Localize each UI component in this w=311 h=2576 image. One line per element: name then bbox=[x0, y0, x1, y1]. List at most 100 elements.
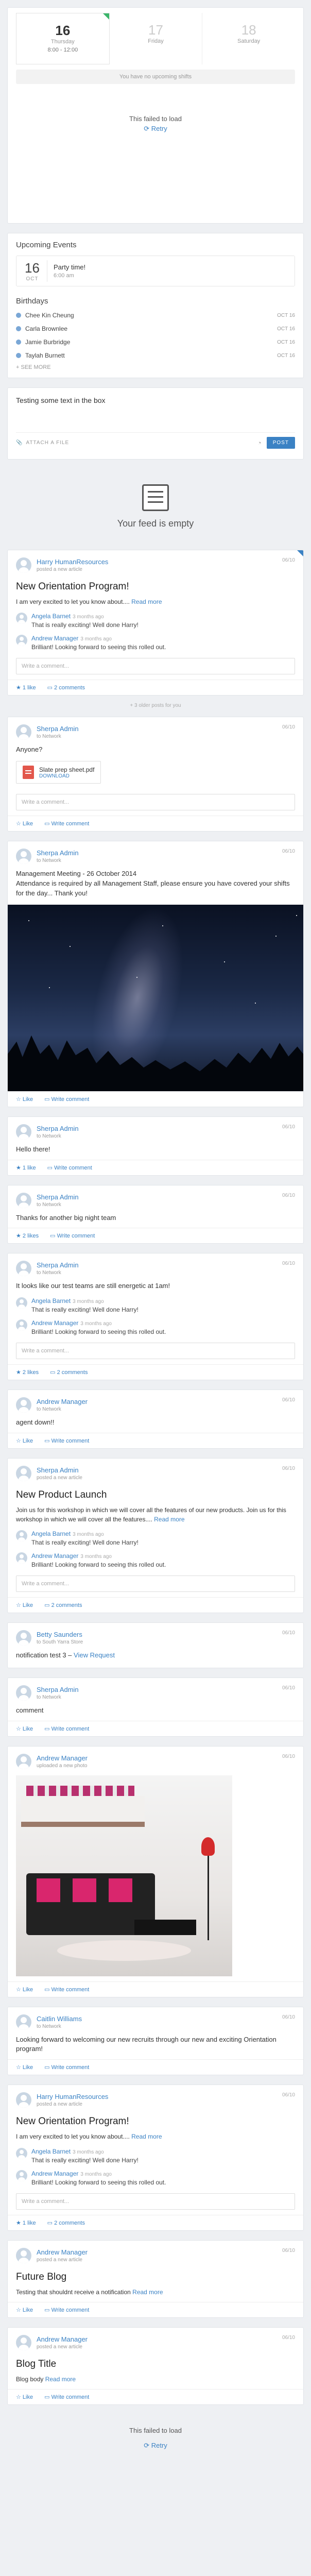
author-name[interactable]: Sherpa Admin bbox=[37, 1261, 79, 1269]
avatar[interactable] bbox=[16, 1192, 31, 1208]
like-button[interactable]: ★ 2 likes bbox=[16, 1232, 39, 1239]
avatar[interactable] bbox=[16, 2092, 31, 2108]
read-more-link[interactable]: Read more bbox=[154, 1516, 184, 1523]
author-name[interactable]: Betty Saunders bbox=[37, 1631, 83, 1638]
comments-button[interactable]: ▭ 2 comments bbox=[47, 684, 85, 691]
avatar[interactable] bbox=[16, 1630, 31, 1646]
view-request-link[interactable]: View Request bbox=[74, 1651, 115, 1659]
like-button[interactable]: ★ 2 likes bbox=[16, 1369, 39, 1376]
article-title[interactable]: Blog Title bbox=[16, 2359, 295, 2370]
avatar[interactable] bbox=[16, 613, 27, 624]
author-name[interactable]: Sherpa Admin bbox=[37, 1686, 79, 1693]
comment-input[interactable]: Write a comment... bbox=[16, 658, 295, 675]
shift-day-18[interactable]: 18 Saturday bbox=[202, 13, 295, 64]
author-name[interactable]: Sherpa Admin bbox=[37, 849, 79, 857]
author-name[interactable]: Sherpa Admin bbox=[37, 1125, 79, 1132]
avatar[interactable] bbox=[16, 1530, 27, 1541]
feed-retry-link[interactable]: ⟳ Retry bbox=[7, 2442, 304, 2450]
birthday-item[interactable]: Jamie Burbridge OCT 16 bbox=[16, 335, 295, 349]
article-title[interactable]: Future Blog bbox=[16, 2272, 295, 2283]
write-comment-button[interactable]: ▭ Write comment bbox=[44, 1986, 89, 1993]
comment-input[interactable]: Write a comment... bbox=[16, 794, 295, 811]
author-name[interactable]: Sherpa Admin bbox=[37, 725, 79, 733]
night-sky-photo[interactable] bbox=[8, 904, 303, 1091]
article-title[interactable]: New Orientation Program! bbox=[16, 581, 295, 592]
post-button[interactable]: POST bbox=[266, 437, 295, 449]
comments-button[interactable]: ▭ 2 comments bbox=[44, 1602, 82, 1608]
read-more-link[interactable]: Read more bbox=[131, 598, 162, 605]
author-name[interactable]: Harry HumanResources bbox=[37, 558, 108, 566]
download-link[interactable]: DOWNLOAD bbox=[39, 773, 94, 779]
comment-input[interactable]: Write a comment... bbox=[16, 1343, 295, 1360]
read-more-link[interactable]: Read more bbox=[131, 2133, 162, 2140]
file-attachment[interactable]: Slate prep sheet.pdf DOWNLOAD bbox=[16, 761, 101, 784]
avatar[interactable] bbox=[16, 2014, 31, 2030]
write-comment-button[interactable]: ▭ Write comment bbox=[47, 1164, 92, 1171]
avatar[interactable] bbox=[16, 1397, 31, 1413]
avatar[interactable] bbox=[16, 2147, 27, 2159]
like-button[interactable]: ★ 1 like bbox=[16, 1164, 36, 1171]
shift-day-16[interactable]: 16 Thursday 8:00 - 12:00 bbox=[16, 13, 110, 64]
avatar[interactable] bbox=[16, 2247, 31, 2263]
like-button[interactable]: ★ 1 like bbox=[16, 2219, 36, 2226]
avatar[interactable] bbox=[16, 1685, 31, 1701]
avatar[interactable] bbox=[16, 1552, 27, 1564]
like-button[interactable]: ☆ Like bbox=[16, 1986, 33, 1993]
write-comment-button[interactable]: ▭ Write comment bbox=[50, 1232, 95, 1239]
avatar[interactable] bbox=[16, 557, 31, 573]
read-more-link[interactable]: Read more bbox=[132, 2289, 163, 2296]
older-posts-link[interactable]: + 3 older posts for you bbox=[7, 703, 304, 708]
shift-day-17[interactable]: 17 Friday bbox=[110, 13, 203, 64]
like-button[interactable]: ☆ Like bbox=[16, 1725, 33, 1732]
composer-input[interactable]: Testing some text in the box bbox=[16, 396, 295, 432]
author-name[interactable]: Caitlin Williams bbox=[37, 2015, 82, 2023]
write-comment-button[interactable]: ▭ Write comment bbox=[44, 1437, 89, 1444]
read-more-link[interactable]: Read more bbox=[45, 2376, 76, 2383]
like-button[interactable]: ☆ Like bbox=[16, 1602, 33, 1608]
avatar[interactable] bbox=[16, 2335, 31, 2351]
avatar[interactable] bbox=[16, 1466, 31, 1482]
avatar[interactable] bbox=[16, 1261, 31, 1277]
birthday-item[interactable]: Carla Brownlee OCT 16 bbox=[16, 322, 295, 335]
article-title[interactable]: New Product Launch bbox=[16, 1489, 295, 1501]
audience-icon[interactable]: ◔ bbox=[257, 439, 262, 447]
author-name[interactable]: Harry HumanResources bbox=[37, 2093, 108, 2100]
author-name[interactable]: Andrew Manager bbox=[37, 2248, 88, 2256]
avatar[interactable] bbox=[16, 849, 31, 865]
avatar[interactable] bbox=[16, 1319, 27, 1331]
attach-file-button[interactable]: 📎 ATTACH A FILE bbox=[16, 440, 69, 446]
like-button[interactable]: ☆ Like bbox=[16, 820, 33, 827]
author-name[interactable]: Andrew Manager bbox=[37, 2335, 88, 2343]
author-name[interactable]: Sherpa Admin bbox=[37, 1466, 82, 1474]
birthday-item[interactable]: Chee Kin Cheung OCT 16 bbox=[16, 309, 295, 322]
comment-input[interactable]: Write a comment... bbox=[16, 1575, 295, 1592]
write-comment-button[interactable]: ▭ Write comment bbox=[44, 820, 89, 827]
write-comment-button[interactable]: ▭ Write comment bbox=[44, 1096, 89, 1103]
like-button[interactable]: ☆ Like bbox=[16, 1096, 33, 1103]
avatar[interactable] bbox=[16, 2170, 27, 2181]
comments-button[interactable]: ▭ 2 comments bbox=[50, 1369, 88, 1376]
article-title[interactable]: New Orientation Program! bbox=[16, 2116, 295, 2127]
avatar[interactable] bbox=[16, 724, 31, 740]
shifts-retry-link[interactable]: ⟳ Retry bbox=[16, 125, 295, 133]
like-button[interactable]: ☆ Like bbox=[16, 1437, 33, 1444]
room-photo[interactable] bbox=[16, 1775, 232, 1976]
avatar[interactable] bbox=[16, 1124, 31, 1140]
event-item[interactable]: 16 OCT Party time! 6:00 am bbox=[16, 256, 295, 286]
write-comment-button[interactable]: ▭ Write comment bbox=[44, 1725, 89, 1732]
write-comment-button[interactable]: ▭ Write comment bbox=[44, 2394, 89, 2400]
comments-button[interactable]: ▭ 2 comments bbox=[47, 2219, 85, 2226]
avatar[interactable] bbox=[16, 635, 27, 647]
like-button[interactable]: ☆ Like bbox=[16, 2394, 33, 2400]
like-button[interactable]: ☆ Like bbox=[16, 2307, 33, 2313]
author-name[interactable]: Sherpa Admin bbox=[37, 1193, 79, 1201]
write-comment-button[interactable]: ▭ Write comment bbox=[44, 2064, 89, 2071]
see-more-birthdays[interactable]: + SEE MORE bbox=[8, 362, 303, 374]
like-button[interactable]: ☆ Like bbox=[16, 2064, 33, 2071]
avatar[interactable] bbox=[16, 1753, 31, 1769]
like-button[interactable]: ★ 1 like bbox=[16, 684, 36, 691]
author-name[interactable]: Andrew Manager bbox=[37, 1398, 88, 1405]
author-name[interactable]: Andrew Manager bbox=[37, 1754, 88, 1762]
birthday-item[interactable]: Taylah Burnett OCT 16 bbox=[16, 349, 295, 362]
write-comment-button[interactable]: ▭ Write comment bbox=[44, 2307, 89, 2313]
